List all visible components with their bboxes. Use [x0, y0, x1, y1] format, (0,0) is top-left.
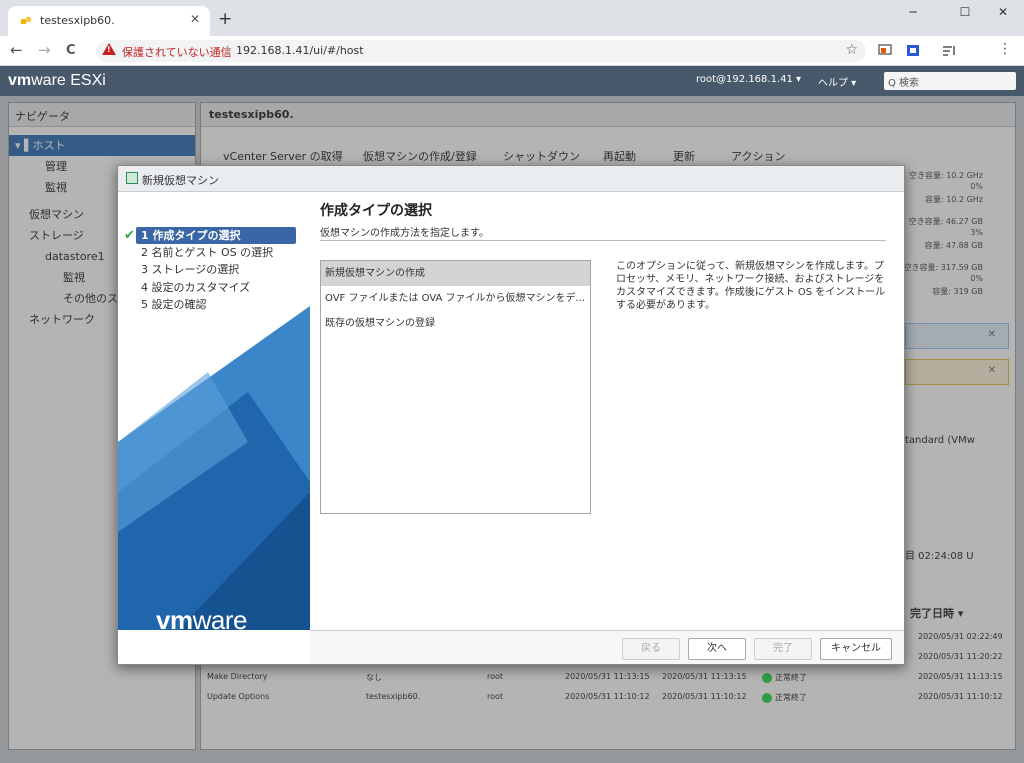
- step-review[interactable]: 5 設定の確認: [136, 296, 296, 313]
- extension-icon[interactable]: [906, 44, 920, 57]
- address-bar[interactable]: 保護されていない通信 | 192.168.1.41/ui/#/host ☆: [96, 40, 866, 62]
- cast-icon[interactable]: [878, 44, 892, 57]
- security-status[interactable]: 保護されていない通信: [122, 44, 232, 60]
- back-button[interactable]: 戻る: [622, 638, 680, 660]
- esxi-header: vmware ESXi root@192.168.1.41 ▾ ヘルプ ▾ Q …: [0, 66, 1024, 96]
- step-customize-settings[interactable]: 4 設定のカスタマイズ: [136, 279, 296, 296]
- browser-toolbar: ← → C 保護されていない通信 | 192.168.1.41/ui/#/hos…: [0, 36, 1024, 66]
- divider: [320, 240, 886, 241]
- tab-close-icon[interactable]: ✕: [190, 12, 200, 26]
- warning-icon: [102, 43, 116, 55]
- task-started: 2020/05/31 11:13:15: [662, 672, 747, 681]
- user-menu[interactable]: root@192.168.1.41 ▾: [696, 74, 801, 85]
- task-started: 2020/05/31 11:10:12: [662, 692, 747, 701]
- option-label: 新規仮想マシンの作成: [325, 268, 425, 279]
- vmware-logo: vmware: [156, 605, 247, 630]
- task-name: Update Options: [207, 692, 270, 701]
- browser-tab[interactable]: testesxipb60. ✕: [8, 6, 210, 36]
- logo-vm-text: vm: [156, 605, 193, 630]
- task-completed: 2020/05/31 11:20:22: [918, 652, 1003, 661]
- logo-vm-text: vm: [8, 72, 32, 89]
- logo-ware-text: ware: [31, 72, 66, 89]
- task-completed: 2020/05/31 11:10:12: [918, 692, 1003, 701]
- creation-type-list[interactable]: 新規仮想マシンの作成 OVF ファイルまたは OVA ファイルから仮想マシンをデ…: [320, 260, 591, 514]
- page-title: 作成タイプの選択: [320, 203, 432, 219]
- task-initiator: root: [487, 692, 504, 701]
- minimize-button[interactable]: ─: [898, 5, 928, 19]
- tab-title: testesxipb60.: [40, 14, 115, 27]
- task-initiator: root: [487, 672, 504, 681]
- search-input[interactable]: Q 検索: [884, 72, 1016, 90]
- new-tab-button[interactable]: +: [218, 9, 232, 29]
- option-description: このオプションに従って、新規仮想マシンを作成します。プロセッサ、メモリ、ネットワ…: [616, 261, 886, 311]
- help-menu[interactable]: ヘルプ ▾: [818, 74, 856, 89]
- cancel-button[interactable]: キャンセル: [820, 638, 892, 660]
- task-completed: 2020/05/31 02:22:49: [918, 632, 1003, 641]
- task-name: Make Directory: [207, 672, 268, 681]
- finish-button[interactable]: 完了: [754, 638, 812, 660]
- browser-menu-icon[interactable]: ⋮: [998, 41, 1012, 57]
- option-deploy-ovf[interactable]: OVF ファイルまたは OVA ファイルから仮想マシンをデ...: [321, 286, 590, 311]
- task-queued: 2020/05/31 11:13:15: [565, 672, 650, 681]
- logo-ware-text: ware: [192, 605, 248, 630]
- table-row: Update Options testesxipb60. root 2020/0…: [202, 687, 1014, 707]
- new-vm-dialog: 新規仮想マシン ✔ 1 作成タイプの選択 2 名前とゲスト OS の選択 3 ス…: [117, 165, 905, 665]
- step-select-name-os[interactable]: 2 名前とゲスト OS の選択: [136, 244, 296, 261]
- dialog-title-bar: 新規仮想マシン: [118, 166, 904, 192]
- step-label: 4 設定のカスタマイズ: [141, 281, 251, 294]
- step-label: 2 名前とゲスト OS の選択: [141, 246, 274, 259]
- tasks-completed-header[interactable]: 完了日時 ▾: [910, 605, 963, 621]
- step-label: 5 設定の確認: [141, 298, 207, 311]
- close-window-button[interactable]: ✕: [988, 5, 1018, 19]
- success-icon: [762, 672, 772, 683]
- task-target: なし: [366, 673, 382, 682]
- dialog-footer: 戻る 次へ 完了 キャンセル: [310, 630, 904, 664]
- task-target: testesxipb60.: [366, 692, 421, 701]
- step-label: 3 ストレージの選択: [141, 263, 240, 276]
- task-result: 正常終了: [775, 693, 807, 702]
- reload-button[interactable]: C: [66, 43, 76, 58]
- next-button[interactable]: 次へ: [688, 638, 746, 660]
- success-icon: [762, 692, 772, 703]
- esxi-logo: vmware ESXi: [8, 72, 106, 90]
- maximize-button[interactable]: ☐: [950, 5, 980, 19]
- page-subtitle: 仮想マシンの作成方法を指定します。: [320, 228, 489, 239]
- task-queued: 2020/05/31 11:10:12: [565, 692, 650, 701]
- browser-tabstrip: testesxipb60. ✕ + ─ ☐ ✕: [0, 0, 1024, 36]
- wizard-steps: ✔ 1 作成タイプの選択 2 名前とゲスト OS の選択 3 ストレージの選択 …: [118, 192, 310, 630]
- bookmark-star-icon[interactable]: ☆: [845, 42, 858, 58]
- vmware-favicon-icon: [21, 17, 31, 24]
- step-select-storage[interactable]: 3 ストレージの選択: [136, 261, 296, 278]
- option-create-new-vm[interactable]: 新規仮想マシンの作成: [321, 261, 590, 286]
- logo-product-text: ESXi: [65, 72, 106, 89]
- wizard-content: 作成タイプの選択 仮想マシンの作成方法を指定します。 新規仮想マシンの作成 OV…: [310, 192, 904, 630]
- task-completed: 2020/05/31 11:13:15: [918, 672, 1003, 681]
- task-result: 正常終了: [775, 673, 807, 682]
- step-label: 1 作成タイプの選択: [141, 229, 241, 242]
- option-label: 既存の仮想マシンの登録: [325, 318, 435, 329]
- table-row: Make Directory なし root 2020/05/31 11:13:…: [202, 667, 1014, 687]
- dialog-title: 新規仮想マシン: [142, 174, 219, 187]
- back-button[interactable]: ←: [10, 41, 23, 59]
- new-vm-icon: [126, 172, 138, 184]
- reading-list-icon[interactable]: [942, 44, 956, 57]
- option-label: OVF ファイルまたは OVA ファイルから仮想マシンをデ...: [325, 293, 586, 304]
- forward-button[interactable]: →: [38, 41, 51, 59]
- option-register-vm[interactable]: 既存の仮想マシンの登録: [321, 311, 590, 336]
- completed-check-icon: ✔: [124, 228, 135, 243]
- url-text[interactable]: 192.168.1.41/ui/#/host: [236, 44, 364, 57]
- address-separator: |: [226, 43, 230, 56]
- step-select-creation-type[interactable]: 1 作成タイプの選択: [136, 227, 296, 244]
